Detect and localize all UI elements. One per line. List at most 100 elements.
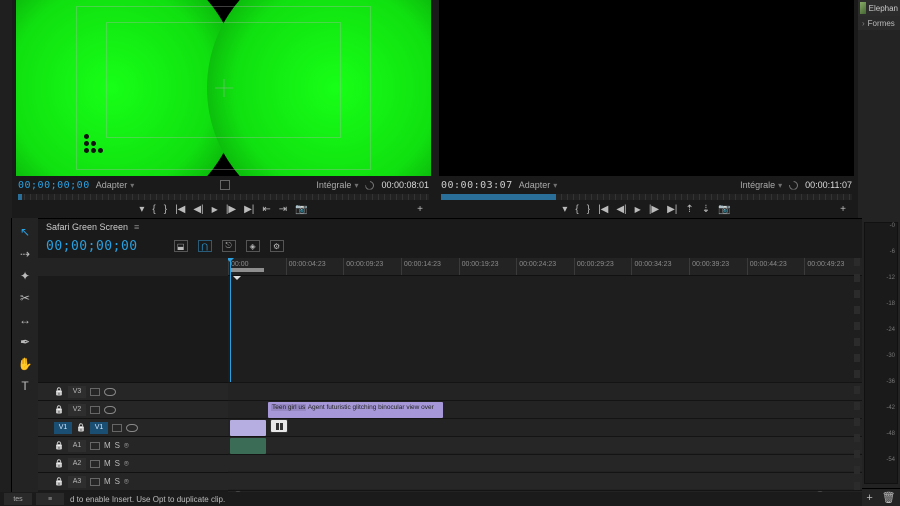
sync-lock-icon[interactable]: [90, 406, 100, 414]
program-time-ruler[interactable]: [441, 194, 852, 200]
go-out-icon[interactable]: ▶|: [244, 205, 254, 215]
sync-lock-icon[interactable]: [90, 478, 100, 486]
mute-button[interactable]: M: [104, 477, 111, 486]
mute-button[interactable]: M: [104, 459, 111, 468]
mark-in-icon[interactable]: {: [575, 205, 578, 215]
mark-in-icon[interactable]: {: [152, 205, 155, 215]
sync-lock-icon[interactable]: [90, 442, 100, 450]
clip-a1[interactable]: [230, 438, 266, 454]
wrench-icon[interactable]: [788, 180, 799, 191]
source-scale-dropdown[interactable]: Intégrale▾: [316, 180, 358, 190]
track-header-v1[interactable]: V1 V1: [38, 418, 228, 436]
export-frame-icon[interactable]: 📷: [295, 205, 307, 215]
ripple-tool-icon[interactable]: ✦: [17, 268, 33, 284]
nest-toggle-icon[interactable]: ⬓: [174, 240, 188, 252]
play-icon[interactable]: [635, 205, 641, 215]
track-header-a2[interactable]: A2 M S ⌾: [38, 454, 228, 472]
wrench-icon[interactable]: [364, 180, 375, 191]
marker-tool-icon[interactable]: ◈: [246, 240, 260, 252]
voiceover-icon[interactable]: ⌾: [124, 441, 129, 451]
status-chip[interactable]: tes: [4, 493, 32, 505]
pen-tool-icon[interactable]: ✒: [17, 334, 33, 350]
step-back-icon[interactable]: ◀|: [616, 205, 626, 215]
lock-icon[interactable]: [54, 387, 64, 396]
source-patch[interactable]: V1: [54, 422, 72, 434]
mark-out-icon[interactable]: }: [164, 205, 167, 215]
track-header-v2[interactable]: V2: [38, 400, 228, 418]
go-in-icon[interactable]: |◀: [598, 205, 608, 215]
hand-tool-icon[interactable]: ✋: [17, 356, 33, 372]
track-target[interactable]: A1: [68, 440, 86, 452]
voiceover-icon[interactable]: ⌾: [124, 459, 129, 469]
lane-a1[interactable]: [228, 436, 862, 454]
overwrite-icon[interactable]: ⇥: [279, 205, 287, 215]
track-target[interactable]: V1: [90, 422, 108, 434]
lock-icon[interactable]: [54, 441, 64, 450]
step-fwd-icon[interactable]: |▶: [226, 205, 236, 215]
eye-icon[interactable]: [104, 388, 116, 396]
slip-tool-icon[interactable]: ↔: [17, 312, 33, 328]
program-fit-dropdown[interactable]: Adapter▾: [519, 180, 558, 190]
eye-icon[interactable]: [126, 424, 138, 432]
button-editor-icon[interactable]: +: [417, 205, 423, 215]
extract-icon[interactable]: ⇣: [702, 205, 710, 215]
lane-v2[interactable]: Teen girl us Agent futuristic glitching …: [228, 400, 862, 418]
status-chip-2[interactable]: ≡: [36, 493, 64, 505]
button-editor-icon[interactable]: +: [840, 205, 846, 215]
add-marker-icon[interactable]: ▾: [139, 205, 144, 215]
source-monitor-view[interactable]: [16, 0, 431, 176]
source-timecode[interactable]: 00;00;00;00: [18, 180, 90, 191]
new-item-icon[interactable]: +: [866, 492, 872, 504]
step-back-icon[interactable]: ◀|: [193, 205, 203, 215]
source-time-ruler[interactable]: [18, 194, 429, 200]
sync-lock-icon[interactable]: [112, 424, 122, 432]
lock-icon[interactable]: [76, 423, 86, 432]
bin-folder[interactable]: › Formes: [858, 16, 900, 30]
lane-v3[interactable]: [228, 382, 862, 400]
lane-a2[interactable]: [228, 454, 862, 472]
bin-item[interactable]: Elephan: [858, 0, 900, 16]
lock-icon[interactable]: [54, 405, 64, 414]
track-header-v3[interactable]: V3: [38, 382, 228, 400]
program-timecode[interactable]: 00:00:03:07: [441, 180, 513, 191]
solo-button[interactable]: S: [115, 459, 120, 468]
clip-v2[interactable]: Teen girl us Agent futuristic glitching …: [268, 402, 443, 418]
solo-button[interactable]: S: [115, 477, 120, 486]
source-fit-dropdown[interactable]: Adapter▾: [96, 180, 135, 190]
export-frame-icon[interactable]: 📷: [718, 205, 730, 215]
selection-tool-icon[interactable]: ↖: [17, 224, 33, 240]
track-target[interactable]: V3: [68, 386, 86, 398]
sequence-tab[interactable]: Safari Green Screen: [46, 222, 128, 232]
track-header-a1[interactable]: A1 M S ⌾: [38, 436, 228, 454]
source-resolution-icon[interactable]: [220, 180, 230, 190]
track-select-tool-icon[interactable]: ⇢: [17, 246, 33, 262]
add-marker-icon[interactable]: ▾: [562, 205, 567, 215]
mark-out-icon[interactable]: }: [587, 205, 590, 215]
mute-button[interactable]: M: [104, 441, 111, 450]
go-out-icon[interactable]: ▶|: [667, 205, 677, 215]
step-fwd-icon[interactable]: |▶: [649, 205, 659, 215]
lift-icon[interactable]: ⇡: [685, 205, 693, 215]
trash-icon[interactable]: 🗑: [882, 491, 896, 504]
sync-lock-icon[interactable]: [90, 388, 100, 396]
work-area-bar[interactable]: [230, 268, 264, 272]
program-monitor-view[interactable]: [439, 0, 854, 176]
sync-lock-icon[interactable]: [90, 460, 100, 468]
track-target[interactable]: A2: [68, 458, 86, 470]
snap-toggle-icon[interactable]: ⋂: [198, 240, 212, 252]
track-target[interactable]: V2: [68, 404, 86, 416]
play-icon[interactable]: [212, 205, 218, 215]
panel-menu-icon[interactable]: ≡: [134, 222, 139, 232]
timeline-ruler[interactable]: 00:0000:00:04:2300:00:09:2300:00:14:2300…: [228, 258, 862, 276]
track-header-a3[interactable]: A3 M S ⌾: [38, 472, 228, 490]
lane-a3[interactable]: [228, 472, 862, 490]
type-tool-icon[interactable]: T: [17, 378, 33, 394]
solo-button[interactable]: S: [115, 441, 120, 450]
go-in-icon[interactable]: |◀: [175, 205, 185, 215]
lane-v1[interactable]: [228, 418, 862, 436]
lock-icon[interactable]: [54, 477, 64, 486]
voiceover-icon[interactable]: ⌾: [124, 477, 129, 487]
timeline-timecode[interactable]: 00;00;00;00: [46, 239, 138, 254]
program-scale-dropdown[interactable]: Intégrale▾: [740, 180, 782, 190]
linked-sel-icon[interactable]: ⎋: [222, 240, 236, 252]
